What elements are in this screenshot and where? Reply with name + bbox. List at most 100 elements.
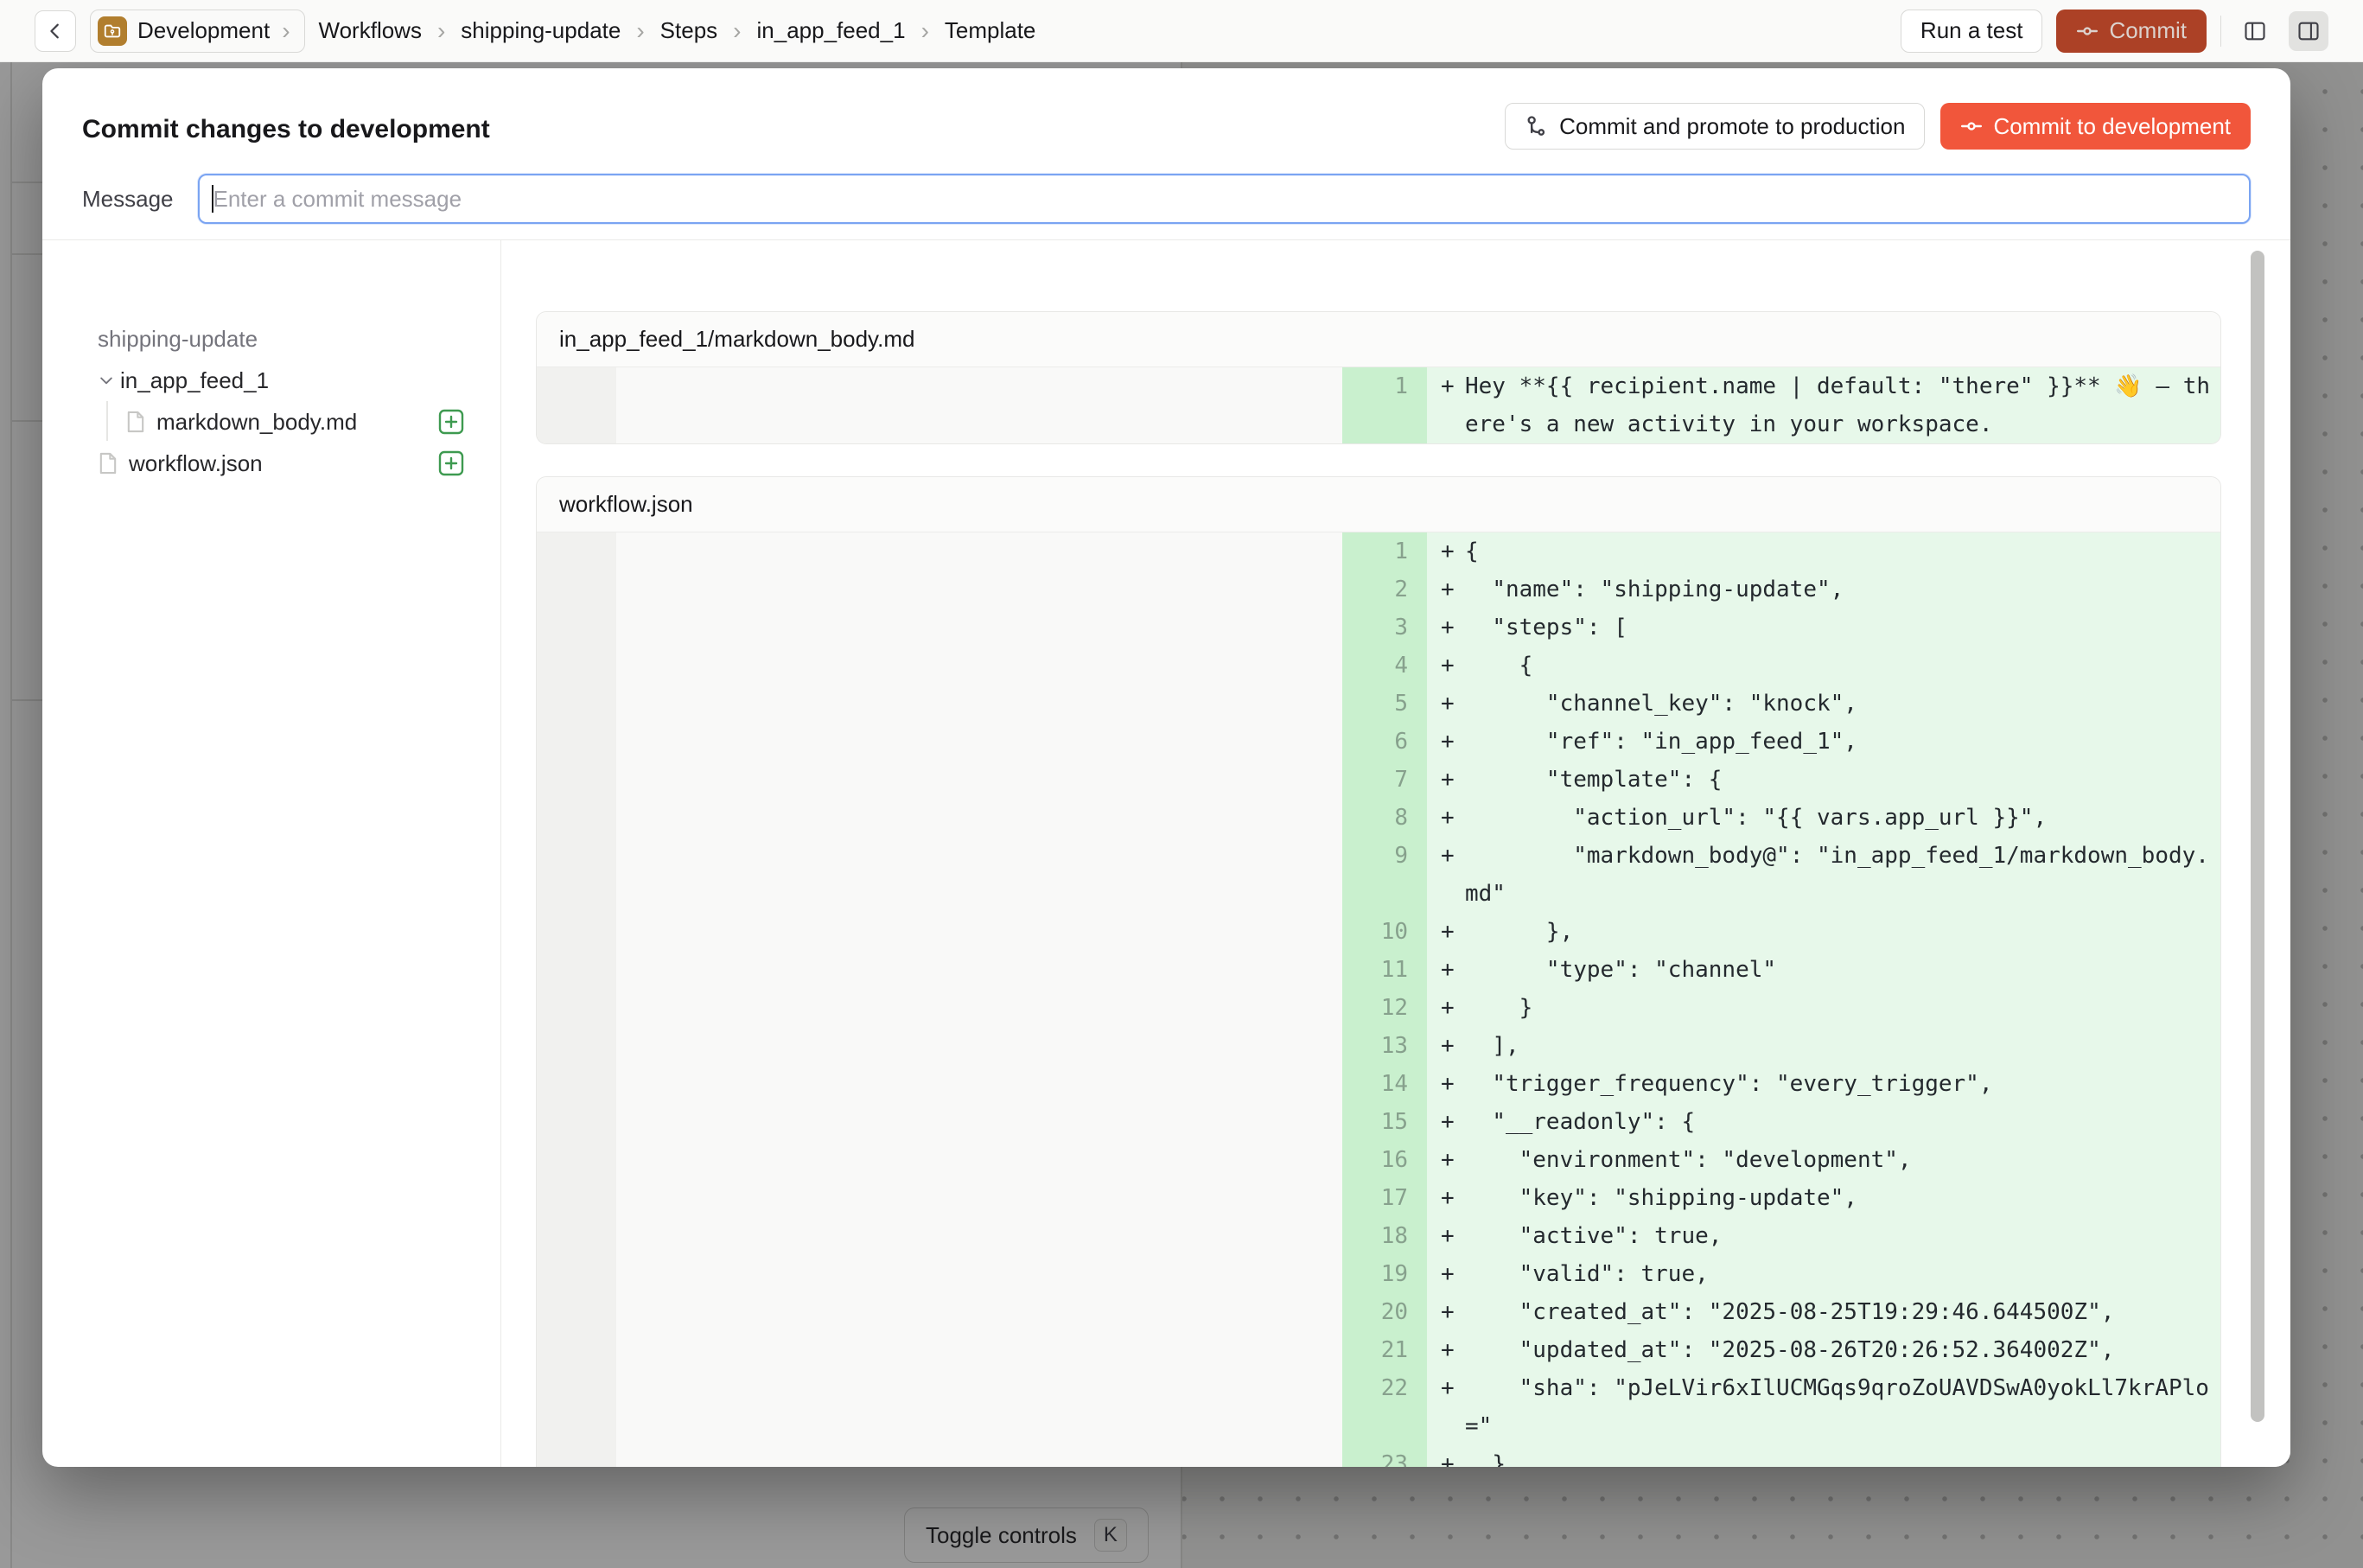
run-a-test-button[interactable]: Run a test	[1901, 10, 2043, 53]
commit-modal-header: Commit changes to development Commit and…	[42, 68, 2290, 240]
old-side-gutter	[537, 1369, 616, 1445]
breadcrumb-template[interactable]: Template	[945, 17, 1036, 44]
new-line-number: 2	[1342, 570, 1427, 609]
code-text: },	[1465, 913, 2210, 951]
breadcrumb-step[interactable]: in_app_feed_1	[757, 17, 906, 44]
added-sign: +	[1427, 1103, 1455, 1141]
code-text: "created_at": "2025-08-25T19:29:46.64450…	[1465, 1293, 2210, 1331]
old-side-content	[616, 685, 1342, 723]
diff-line: 11 + "type": "channel"	[537, 951, 2220, 989]
diff-line: 19 + "valid": true,	[537, 1255, 2220, 1293]
old-side-content	[616, 1103, 1342, 1141]
commit-message-input[interactable]	[198, 174, 2252, 224]
breadcrumb-workflows[interactable]: Workflows	[319, 17, 422, 44]
added-sign: +	[1427, 723, 1455, 761]
commit-to-development-button[interactable]: Commit to development	[1940, 103, 2251, 150]
diff-line: 4 + {	[537, 647, 2220, 685]
old-side-content	[616, 1141, 1342, 1179]
old-side-gutter	[537, 1103, 616, 1141]
added-sign: +	[1427, 1255, 1455, 1293]
new-side-content: + }	[1427, 1445, 2220, 1467]
added-file-icon[interactable]	[438, 450, 464, 476]
chevron-left-icon	[46, 22, 65, 41]
diff-line: 8 + "action_url": "{{ vars.app_url }}",	[537, 799, 2220, 837]
environment-selector[interactable]: Development ›	[90, 10, 305, 53]
added-sign: +	[1427, 1331, 1455, 1369]
added-sign: +	[1427, 799, 1455, 837]
environment-label: Development	[137, 17, 270, 44]
back-button[interactable]	[35, 10, 76, 52]
breadcrumb-steps[interactable]: Steps	[660, 17, 718, 44]
new-side-content: + "template": {	[1427, 761, 2220, 799]
chevron-right-icon: ›	[280, 17, 291, 45]
old-side-content	[616, 1331, 1342, 1369]
added-sign: +	[1427, 761, 1455, 799]
commit-button[interactable]: Commit	[2056, 10, 2207, 53]
code-text: "valid": true,	[1465, 1255, 2210, 1293]
new-line-number: 17	[1342, 1179, 1427, 1217]
diff-line: 14 + "trigger_frequency": "every_trigger…	[537, 1065, 2220, 1103]
tree-item-workflow-json[interactable]: workflow.json	[98, 443, 464, 484]
diff-filename: in_app_feed_1/markdown_body.md	[559, 326, 914, 353]
diff-line: 21 + "updated_at": "2025-08-26T20:26:52.…	[537, 1331, 2220, 1369]
diff-line: 3 + "steps": [	[537, 609, 2220, 647]
diff-line: 10 + },	[537, 913, 2220, 951]
tree-item-step-group[interactable]: in_app_feed_1	[98, 360, 464, 401]
diff-panel-markdown-body: in_app_feed_1/markdown_body.md 1 + Hey *…	[536, 311, 2221, 444]
code-text: "type": "channel"	[1465, 951, 2210, 989]
new-line-number: 22	[1342, 1369, 1427, 1445]
new-line-number: 7	[1342, 761, 1427, 799]
new-side-content: + "updated_at": "2025-08-26T20:26:52.364…	[1427, 1331, 2220, 1369]
diff-list: in_app_feed_1/markdown_body.md 1 + Hey *…	[501, 240, 2290, 1467]
added-file-icon[interactable]	[438, 409, 464, 435]
toggle-right-panel-button[interactable]	[2289, 11, 2328, 51]
old-side-gutter	[537, 1331, 616, 1369]
old-side-content	[616, 989, 1342, 1027]
old-side-gutter	[537, 570, 616, 609]
added-sign: +	[1427, 1369, 1455, 1407]
diff-line: 1 + Hey **{{ recipient.name | default: "…	[537, 367, 2220, 443]
old-side-content	[616, 1217, 1342, 1255]
toolbar-divider	[2220, 16, 2221, 47]
code-text: "trigger_frequency": "every_trigger",	[1465, 1065, 2210, 1103]
diff-panel-workflow-json: workflow.json 1 + { 2 + "name": "shippin…	[536, 476, 2221, 1467]
new-side-content: + "trigger_frequency": "every_trigger",	[1427, 1065, 2220, 1103]
old-side-content	[616, 1293, 1342, 1331]
added-sign: +	[1427, 913, 1455, 951]
new-side-content: + Hey **{{ recipient.name | default: "th…	[1427, 367, 2220, 443]
toggle-left-panel-button[interactable]	[2235, 11, 2275, 51]
code-text: Hey **{{ recipient.name | default: "ther…	[1465, 367, 2210, 443]
old-side-gutter	[537, 1293, 616, 1331]
new-side-content: + "ref": "in_app_feed_1",	[1427, 723, 2220, 761]
new-side-content: + "environment": "development",	[1427, 1141, 2220, 1179]
tree-item-workflow-root: shipping-update	[98, 318, 464, 360]
diff-line: 13 + ],	[537, 1027, 2220, 1065]
code-text: "markdown_body@": "in_app_feed_1/markdow…	[1465, 837, 2210, 913]
commit-and-promote-button[interactable]: Commit and promote to production	[1505, 103, 1925, 150]
added-sign: +	[1427, 647, 1455, 685]
old-side-gutter	[537, 1217, 616, 1255]
new-line-number: 23	[1342, 1445, 1427, 1467]
added-sign: +	[1427, 685, 1455, 723]
code-text: "active": true,	[1465, 1217, 2210, 1255]
breadcrumb-workflow-key[interactable]: shipping-update	[461, 17, 621, 44]
new-line-number: 9	[1342, 837, 1427, 913]
panel-left-icon	[2243, 19, 2267, 43]
old-side-content	[616, 532, 1342, 570]
breadcrumb-separator: ›	[920, 17, 931, 45]
old-side-gutter	[537, 532, 616, 570]
new-side-content: + },	[1427, 913, 2220, 951]
tree-item-markdown-body[interactable]: markdown_body.md	[98, 401, 464, 443]
new-side-content: + ],	[1427, 1027, 2220, 1065]
tree-indent-guide	[106, 401, 108, 441]
environment-folder-icon	[98, 16, 127, 46]
old-side-content	[616, 723, 1342, 761]
diff-line: 20 + "created_at": "2025-08-25T19:29:46.…	[537, 1293, 2220, 1331]
old-side-gutter	[537, 1141, 616, 1179]
chevron-down-icon	[98, 372, 120, 389]
code-text: "steps": [	[1465, 609, 2210, 647]
breadcrumb-separator: ›	[634, 17, 646, 45]
new-line-number: 20	[1342, 1293, 1427, 1331]
new-line-number: 12	[1342, 989, 1427, 1027]
modal-scrollbar-thumb[interactable]	[2251, 251, 2264, 1422]
